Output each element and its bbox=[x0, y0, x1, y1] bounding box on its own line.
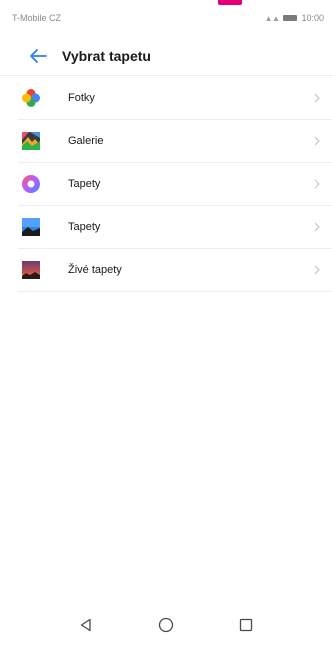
list-item-tapety-landscape[interactable]: Tapety bbox=[18, 206, 332, 249]
triangle-back-icon bbox=[80, 618, 91, 632]
nav-home-button[interactable] bbox=[156, 615, 176, 635]
list-item-galerie[interactable]: Galerie bbox=[18, 120, 332, 163]
wallpapers-landscape-icon bbox=[18, 214, 44, 240]
app-header: Vybrat tapetu bbox=[0, 36, 332, 76]
system-nav-bar bbox=[0, 605, 332, 645]
list-item-label: Galerie bbox=[68, 135, 104, 147]
list-item-fotky[interactable]: Fotky bbox=[18, 77, 332, 120]
chevron-right-icon bbox=[310, 134, 324, 148]
list-item-label: Tapety bbox=[68, 178, 101, 190]
list-item-label: Tapety bbox=[68, 221, 101, 233]
carrier-label: T-Mobile CZ bbox=[12, 13, 62, 23]
nav-back-button[interactable] bbox=[76, 615, 96, 635]
wallpapers-app-icon bbox=[18, 171, 44, 197]
battery-icon bbox=[283, 15, 298, 21]
circle-home-icon bbox=[158, 617, 174, 633]
clock: 10:00 bbox=[301, 13, 324, 23]
list-item-label: Fotky bbox=[68, 92, 95, 104]
google-photos-icon bbox=[18, 85, 44, 111]
chevron-right-icon bbox=[310, 91, 324, 105]
chevron-right-icon bbox=[310, 220, 324, 234]
signal-icon: ▲▲ bbox=[264, 13, 280, 23]
screen: T-Mobile CZ ▲▲ 10:00 Vybrat tapetu Fotky… bbox=[0, 0, 332, 668]
chevron-right-icon bbox=[310, 177, 324, 191]
list-item-label: Živé tapety bbox=[68, 264, 122, 276]
page-title: Vybrat tapetu bbox=[62, 47, 151, 64]
chevron-right-icon bbox=[310, 263, 324, 277]
status-bar: T-Mobile CZ ▲▲ 10:00 bbox=[0, 0, 332, 36]
gallery-icon bbox=[18, 128, 44, 154]
wallpaper-source-list: Fotky Galerie Tapety Tapety Živé tapety bbox=[18, 77, 332, 292]
list-item-zive-tapety[interactable]: Živé tapety bbox=[18, 249, 332, 292]
live-wallpaper-icon bbox=[18, 257, 44, 283]
back-button[interactable] bbox=[18, 36, 58, 76]
status-icons: ▲▲ 10:00 bbox=[265, 13, 324, 23]
square-recents-icon bbox=[239, 618, 253, 632]
back-arrow-icon bbox=[30, 48, 47, 63]
nav-recents-button[interactable] bbox=[236, 615, 256, 635]
list-item-tapety[interactable]: Tapety bbox=[18, 163, 332, 206]
